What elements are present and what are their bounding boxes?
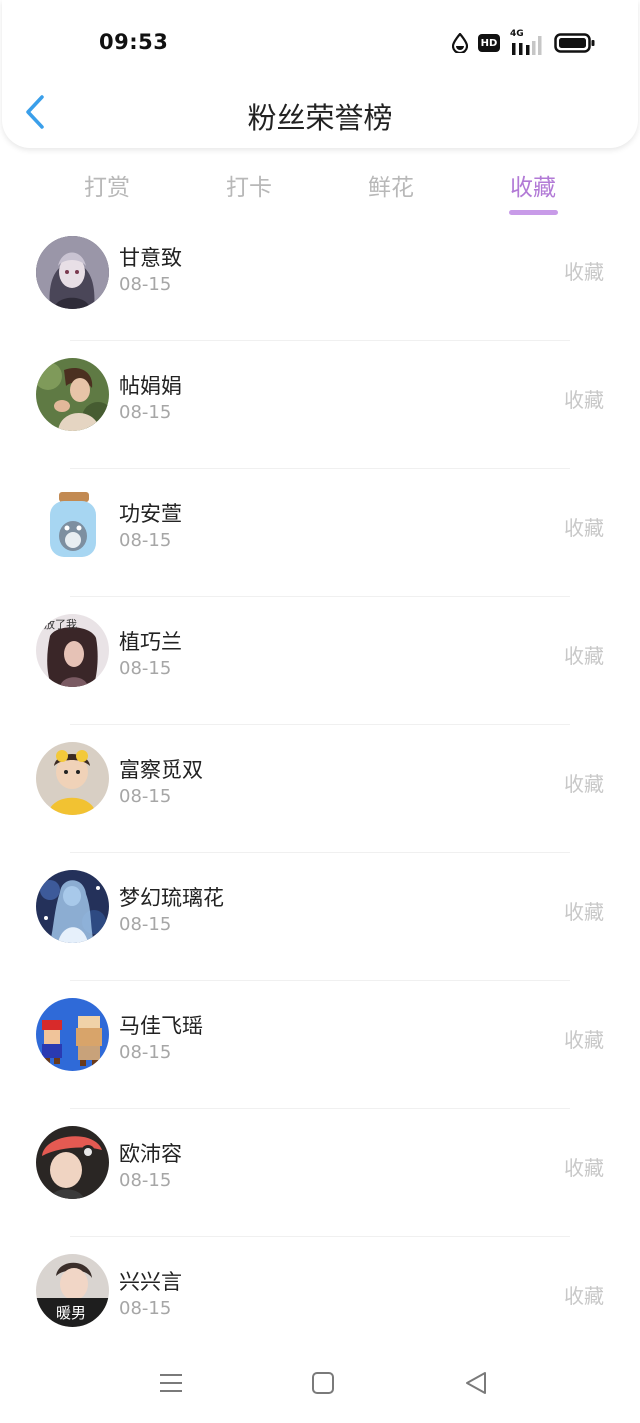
status-bar: 09:53 HD 4G [0,0,640,86]
avatar: 放了我 [36,614,109,687]
avatar [36,1126,109,1199]
avatar [36,998,109,1071]
avatar [36,486,109,559]
page-title: 粉丝荣誉榜 [247,101,393,135]
avatar-caption: 暖男 [56,1304,86,1322]
fan-date: 08-15 [119,914,172,935]
tab-favorite[interactable]: 收藏 [463,168,603,202]
favorite-label: 收藏 [564,772,604,796]
list-item[interactable]: 放了我 植巧兰 08-15 收藏 [0,604,640,732]
menu-button[interactable] [151,1370,191,1400]
home-button[interactable] [303,1370,343,1400]
divider [70,1236,570,1237]
fan-date: 08-15 [119,530,172,551]
active-tab-indicator [509,210,558,215]
fan-date: 08-15 [119,1170,172,1191]
favorite-label: 收藏 [564,388,604,412]
list-item[interactable]: 功安萱 08-15 收藏 [0,476,640,604]
list-item[interactable]: 甘意致 08-15 收藏 [0,220,640,348]
menu-icon [159,1372,183,1398]
avatar [36,236,109,309]
status-icons: HD 4G [452,29,596,56]
favorite-label: 收藏 [564,1284,604,1308]
fan-name: 植巧兰 [119,630,182,654]
title-bar: 粉丝荣誉榜 [0,86,640,146]
home-square-icon [311,1371,335,1399]
avatar: 暖男 [36,1254,109,1327]
divider [70,596,570,597]
status-time: 09:53 [99,30,169,54]
fan-name: 甘意致 [119,246,182,270]
fan-name: 梦幻琉璃花 [119,886,224,910]
signal-icon: 4G [510,29,544,55]
favorite-label: 收藏 [564,1028,604,1052]
fan-name: 帖娟娟 [119,374,182,398]
divider [70,852,570,853]
tab-reward[interactable]: 打赏 [37,168,177,202]
hd-badge-text: HD [480,37,498,49]
tab-flowers[interactable]: 鲜花 [321,168,461,202]
back-nav-button[interactable] [456,1370,496,1400]
system-nav-bar [0,1350,640,1423]
fan-name: 富察觅双 [119,758,203,782]
favorite-label: 收藏 [564,260,604,284]
avatar [36,742,109,815]
fan-name: 马佳飞瑶 [119,1014,203,1038]
fan-date: 08-15 [119,658,172,679]
avatar-caption: 放了我 [44,617,77,631]
list-item[interactable]: 帖娟娟 08-15 收藏 [0,348,640,476]
divider [70,980,570,981]
tab-checkin[interactable]: 打卡 [179,168,319,202]
battery-icon [554,32,596,54]
back-triangle-icon [464,1371,488,1399]
favorite-label: 收藏 [564,516,604,540]
avatar [36,358,109,431]
favorite-label: 收藏 [564,644,604,668]
divider [70,1108,570,1109]
favorite-label: 收藏 [564,900,604,924]
list-item[interactable]: 马佳飞瑶 08-15 收藏 [0,988,640,1116]
drop-icon [452,33,468,53]
fan-date: 08-15 [119,1042,172,1063]
fan-name: 功安萱 [119,502,182,526]
divider [70,468,570,469]
fan-name: 欧沛容 [119,1142,182,1166]
favorite-label: 收藏 [564,1156,604,1180]
fan-name: 兴兴言 [119,1270,182,1294]
avatar [36,870,109,943]
list-item[interactable]: 富察觅双 08-15 收藏 [0,732,640,860]
list-item[interactable]: 欧沛容 08-15 收藏 [0,1116,640,1244]
fan-date: 08-15 [119,786,172,807]
divider [70,340,570,341]
divider [70,724,570,725]
fan-date: 08-15 [119,402,172,423]
fan-date: 08-15 [119,1298,172,1319]
hd-icon: HD [478,34,500,52]
fan-date: 08-15 [119,274,172,295]
list-item[interactable]: 梦幻琉璃花 08-15 收藏 [0,860,640,988]
